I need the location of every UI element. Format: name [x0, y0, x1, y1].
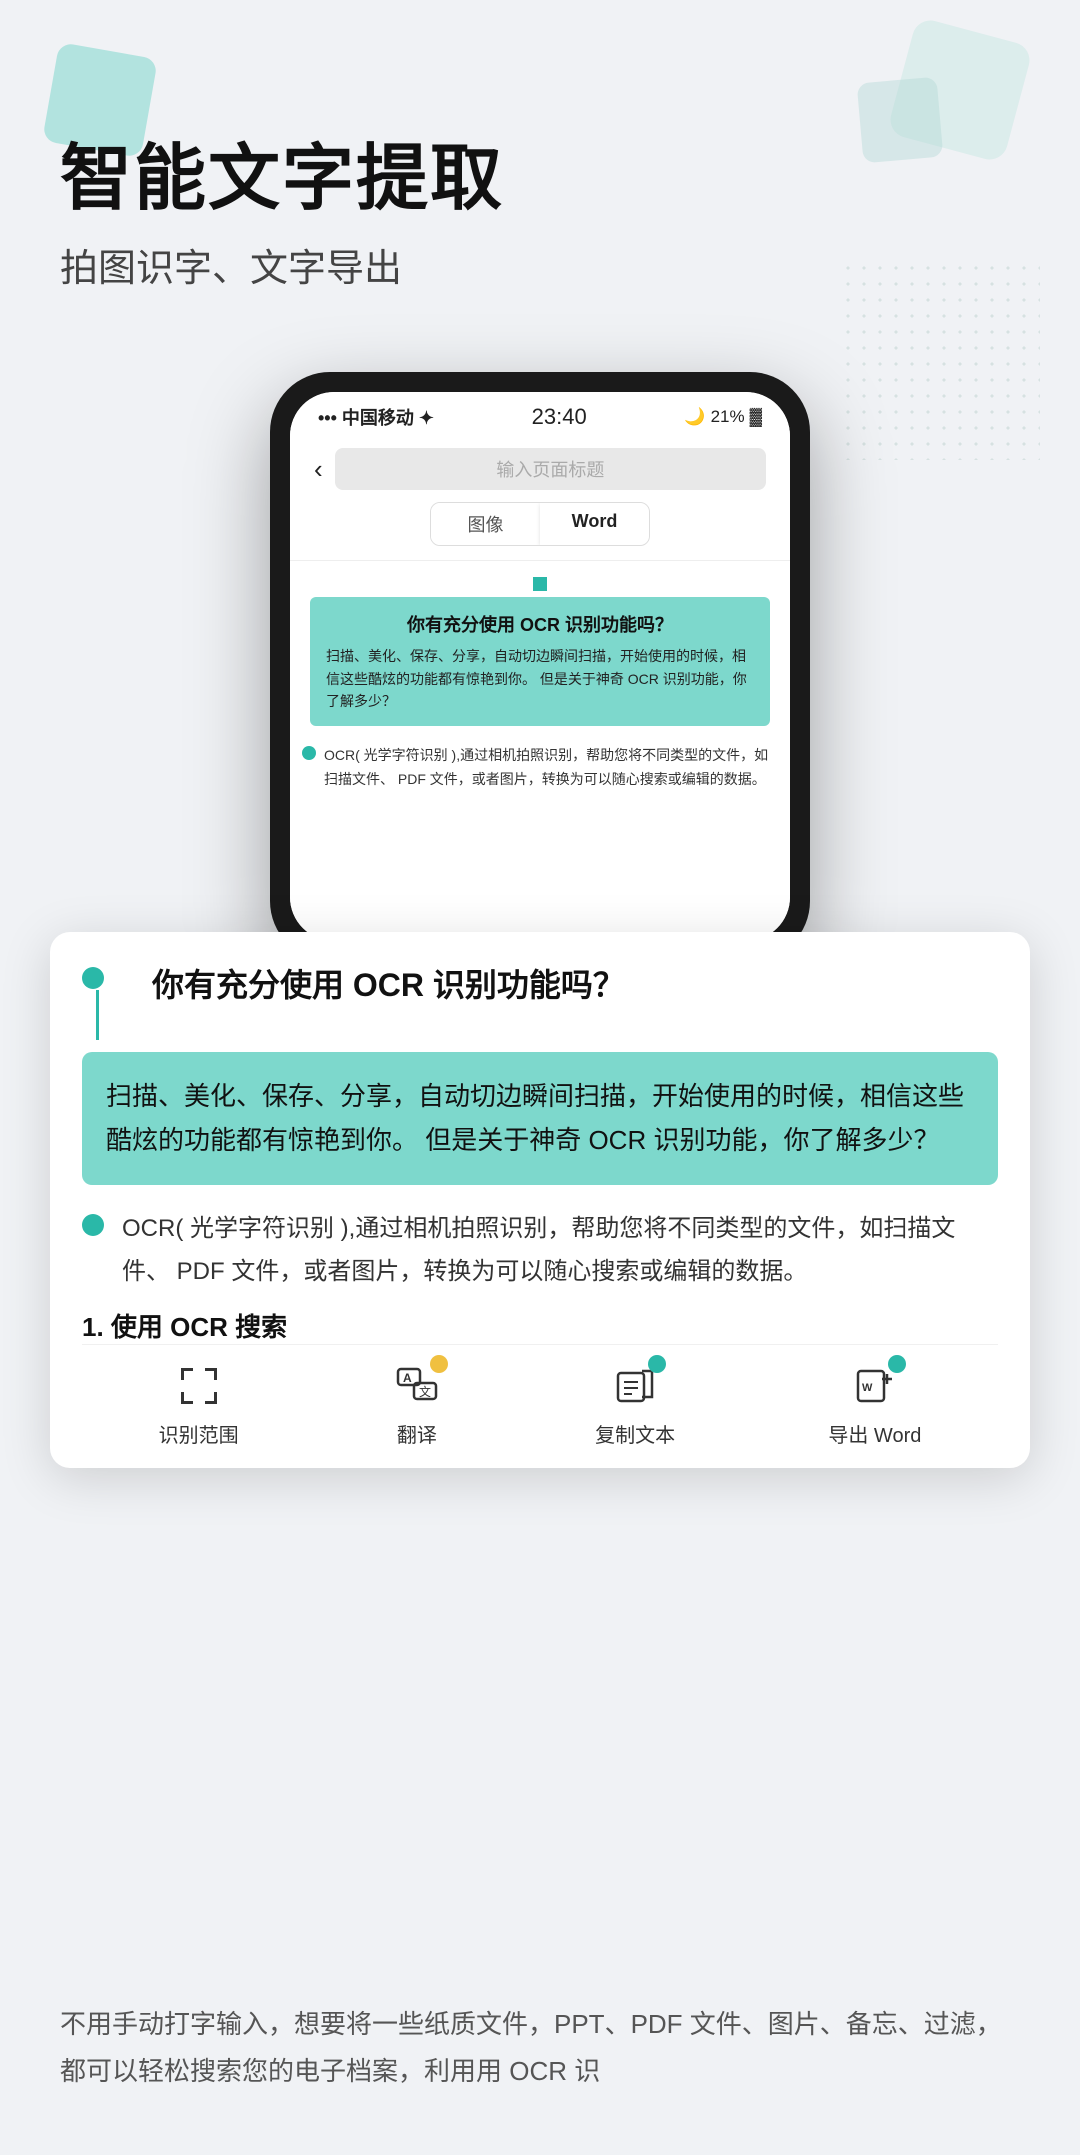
selection-line	[96, 990, 99, 1040]
bottom-toolbar: 识别范围 A 文 翻译	[82, 1344, 998, 1468]
expanded-paragraph2: OCR( 光学字符识别 ),通过相机拍照识别，帮助您将不同类型的文件，如扫描文件…	[122, 1201, 998, 1299]
phone-ocr-title: 你有充分使用 OCR 识别功能吗？	[326, 611, 754, 637]
selection-dot-bottom	[82, 1214, 104, 1236]
export-word-icon: W	[854, 1365, 896, 1407]
scan-icon	[178, 1365, 220, 1407]
bottom-text: 不用手动打字输入，想要将一些纸质文件，PPT、PDF 文件、图片、备忘、过滤，都…	[60, 2001, 1020, 2095]
hero-section: 智能文字提取 拍图识字、文字导出	[0, 0, 1080, 332]
expanded-question: 你有充分使用 OCR 识别功能吗？	[122, 960, 625, 1006]
expanded-highlighted-block: 扫描、美化、保存、分享，自动切边瞬间扫描，开始使用的时候，相信这些酷炫的功能都有…	[82, 1052, 998, 1184]
toolbar-translate[interactable]: A 文 翻译	[392, 1361, 442, 1448]
expanded-panel: 你有充分使用 OCR 识别功能吗？ 扫描、美化、保存、分享，自动切边瞬间扫描，开…	[50, 932, 1030, 1468]
carrier-name: 中国移动 ✦	[342, 408, 434, 428]
copy-badge	[648, 1355, 666, 1373]
export-icon-wrap: W	[850, 1361, 900, 1411]
toolbar-copy[interactable]: 复制文本	[595, 1361, 675, 1448]
hero-title: 智能文字提取	[60, 140, 1020, 219]
svg-text:W: W	[862, 1382, 873, 1394]
ocr-content-area: 你有充分使用 OCR 识别功能吗？ 扫描、美化、保存、分享，自动切边瞬间扫描，开…	[290, 561, 790, 941]
top-dot	[533, 577, 547, 591]
selection-dot-top	[82, 967, 104, 989]
translate-label: 翻译	[397, 1419, 437, 1448]
copy-icon	[614, 1365, 656, 1407]
back-button[interactable]: ‹	[314, 454, 323, 485]
export-label: 导出 Word	[828, 1419, 921, 1448]
phone-ocr-paragraph1: 扫描、美化、保存、分享，自动切边瞬间扫描，开始使用的时候，相信这些酷炫的功能都有…	[326, 645, 754, 712]
copy-icon-wrap	[610, 1361, 660, 1411]
tab-switcher: 图像 Word	[430, 502, 650, 546]
scan-label: 识别范围	[159, 1419, 239, 1448]
svg-text:文: 文	[419, 1384, 431, 1399]
tab-word[interactable]: Word	[540, 503, 649, 545]
battery-bar: ▓	[750, 407, 762, 427]
translate-badge	[430, 1355, 448, 1373]
top-handle-row	[310, 577, 770, 591]
battery-percent: 21%	[711, 407, 745, 427]
phone-mockup: ••• 中国移动 ✦ 23:40 🌙 21% ▓ ‹ 输入页面标题 图像	[270, 372, 810, 961]
status-bar: ••• 中国移动 ✦ 23:40 🌙 21% ▓	[290, 392, 790, 434]
header-row: ‹ 输入页面标题	[314, 448, 766, 490]
bottom-text-section: 不用手动打字输入，想要将一些纸质文件，PPT、PDF 文件、图片、备忘、过滤，都…	[0, 1961, 1080, 2155]
scan-icon-wrap	[174, 1361, 224, 1411]
phone-screen: ••• 中国移动 ✦ 23:40 🌙 21% ▓ ‹ 输入页面标题 图像	[290, 392, 790, 941]
translate-icon: A 文	[396, 1365, 438, 1407]
export-badge	[888, 1355, 906, 1373]
tab-image[interactable]: 图像	[431, 503, 540, 545]
svg-text:A: A	[403, 1371, 412, 1385]
battery-icon: 🌙	[684, 407, 705, 427]
phone-paragraph2-row: OCR( 光学字符识别 ),通过相机拍照识别，帮助您将不同类型的文件，如扫描文件…	[310, 738, 770, 798]
status-time: 23:40	[532, 404, 587, 430]
page-title-field[interactable]: 输入页面标题	[335, 448, 766, 490]
phone-section: 你有充分使用 OCR 识别功能吗？ 扫描、美化、保存、分享，自动切边瞬间扫描，开…	[0, 372, 1080, 961]
copy-label: 复制文本	[595, 1419, 675, 1448]
translate-icon-wrap: A 文	[392, 1361, 442, 1411]
toolbar-scan[interactable]: 识别范围	[159, 1361, 239, 1448]
status-battery: 🌙 21% ▓	[684, 407, 762, 427]
phone-ocr-paragraph2: OCR( 光学字符识别 ),通过相机拍照识别，帮助您将不同类型的文件，如扫描文件…	[310, 738, 770, 798]
toolbar-export[interactable]: W 导出 Word	[828, 1361, 921, 1448]
app-header: ‹ 输入页面标题 图像 Word	[290, 434, 790, 561]
phone-highlighted-block: 你有充分使用 OCR 识别功能吗？ 扫描、美化、保存、分享，自动切边瞬间扫描，开…	[310, 597, 770, 726]
expanded-paragraph1: 扫描、美化、保存、分享，自动切边瞬间扫描，开始使用的时候，相信这些酷炫的功能都有…	[106, 1074, 974, 1162]
hero-subtitle: 拍图识字、文字导出	[60, 237, 1020, 292]
signal-icon: •••	[318, 408, 337, 428]
status-carrier: ••• 中国移动 ✦	[318, 404, 434, 430]
expanded-list-item-1: 1. 使用 OCR 搜索	[82, 1299, 998, 1344]
